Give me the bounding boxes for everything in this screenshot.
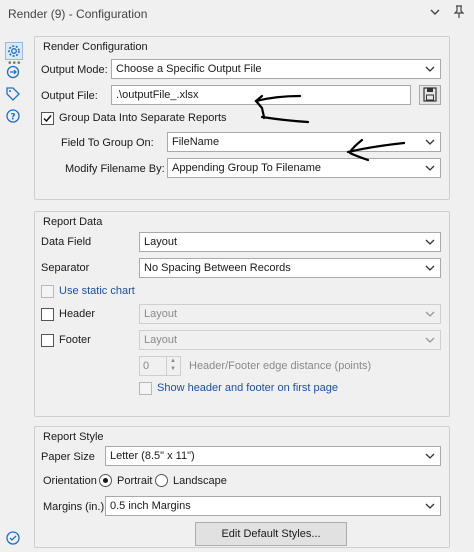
group-data-label: Group Data Into Separate Reports [59, 112, 227, 124]
output-file-label: Output File: [41, 90, 98, 102]
paper-size-label: Paper Size [41, 451, 95, 463]
panel-title: Report Style [43, 431, 104, 443]
paper-size-select[interactable]: Letter (8.5" x 11") [105, 446, 441, 466]
show-header-footer-label: Show header and footer on first page [157, 382, 339, 394]
chevron-down-icon[interactable] [426, 5, 444, 23]
landscape-radio[interactable] [155, 474, 168, 487]
save-icon [423, 87, 437, 102]
header-layout-select[interactable]: Layout [139, 304, 441, 324]
portrait-label: Portrait [117, 475, 153, 487]
margins-label: Margins (in.) [43, 501, 105, 513]
group-data-checkbox[interactable] [41, 112, 54, 125]
portrait-radio[interactable] [99, 474, 112, 487]
gear-icon[interactable] [5, 42, 23, 60]
output-mode-select[interactable]: Choose a Specific Output File [111, 59, 441, 79]
separator-label: Separator [41, 262, 90, 274]
stepper-up-icon[interactable]: ▲ [170, 358, 176, 364]
orientation-label: Orientation [43, 475, 97, 487]
stepper-arrows[interactable]: ▲ ▼ [166, 357, 180, 375]
chevron-down-icon [425, 265, 435, 271]
use-static-chart-label: Use static chart [59, 285, 135, 297]
tag-icon[interactable] [5, 86, 23, 104]
checkmark-icon [43, 115, 52, 123]
check-circle-icon[interactable] [5, 530, 23, 548]
chevron-down-icon [425, 337, 435, 343]
chevron-down-icon [425, 165, 435, 171]
tool-sidebar: ••• ? [0, 28, 30, 552]
data-field-value: Layout [144, 236, 178, 248]
footer-checkbox[interactable] [41, 334, 54, 347]
separator-select[interactable]: No Spacing Between Records [139, 258, 441, 278]
save-file-button[interactable] [419, 85, 441, 105]
margins-value: 0.5 inch Margins [110, 500, 191, 512]
chevron-down-icon [425, 139, 435, 145]
panel-title: Render Configuration [43, 41, 148, 53]
modify-filename-label: Modify Filename By: [65, 163, 165, 175]
margins-select[interactable]: 0.5 inch Margins [105, 496, 441, 516]
separator-value: No Spacing Between Records [144, 262, 291, 274]
chevron-down-icon [425, 311, 435, 317]
edge-distance-stepper[interactable]: 0 ▲ ▼ [139, 356, 181, 376]
footer-label: Footer [59, 334, 91, 346]
footer-layout-select[interactable]: Layout [139, 330, 441, 350]
data-field-label: Data Field [41, 236, 92, 248]
header-checkbox[interactable] [41, 308, 54, 321]
render-configuration-panel: Render Configuration Output Mode: Choose… [34, 36, 450, 200]
footer-layout-value: Layout [144, 334, 178, 346]
report-style-panel: Report Style Paper Size Letter (8.5" x 1… [34, 426, 450, 548]
edge-distance-value: 0 [143, 360, 150, 372]
chevron-down-icon [425, 453, 435, 459]
edit-default-styles-button[interactable]: Edit Default Styles... [195, 522, 347, 546]
chevron-down-icon [425, 239, 435, 245]
help-icon[interactable]: ? [5, 108, 23, 126]
svg-text:?: ? [10, 113, 15, 123]
edge-distance-label: Header/Footer edge distance (points) [189, 360, 372, 372]
field-to-group-label: Field To Group On: [61, 137, 154, 149]
chevron-down-icon [425, 503, 435, 509]
modify-filename-select[interactable]: Appending Group To Filename [167, 158, 441, 178]
output-file-input[interactable]: .\outputFile_.xlsx [111, 85, 411, 105]
field-to-group-value: FileName [172, 136, 220, 148]
pin-icon[interactable] [450, 5, 468, 23]
chevron-down-icon [425, 66, 435, 72]
panel-title: Report Data [43, 216, 103, 228]
title-bar: Render (9) - Configuration [0, 0, 474, 28]
header-label: Header [59, 308, 96, 320]
radio-selected-dot [103, 478, 108, 483]
report-data-panel: Report Data Data Field Layout Separator … [34, 211, 450, 417]
data-field-select[interactable]: Layout [139, 232, 441, 252]
output-mode-label: Output Mode: [41, 64, 108, 76]
header-layout-value: Layout [144, 308, 178, 320]
paper-size-value: Letter (8.5" x 11") [110, 450, 195, 462]
modify-filename-value: Appending Group To Filename [172, 162, 322, 174]
connection-icon[interactable] [5, 64, 23, 82]
field-to-group-select[interactable]: FileName [167, 132, 441, 152]
window-title: Render (9) - Configuration [8, 7, 148, 21]
landscape-label: Landscape [173, 475, 227, 487]
use-static-chart-checkbox[interactable] [41, 285, 54, 298]
show-header-footer-checkbox[interactable] [139, 382, 152, 395]
stepper-down-icon[interactable]: ▼ [170, 366, 176, 372]
output-mode-value: Choose a Specific Output File [116, 63, 262, 75]
